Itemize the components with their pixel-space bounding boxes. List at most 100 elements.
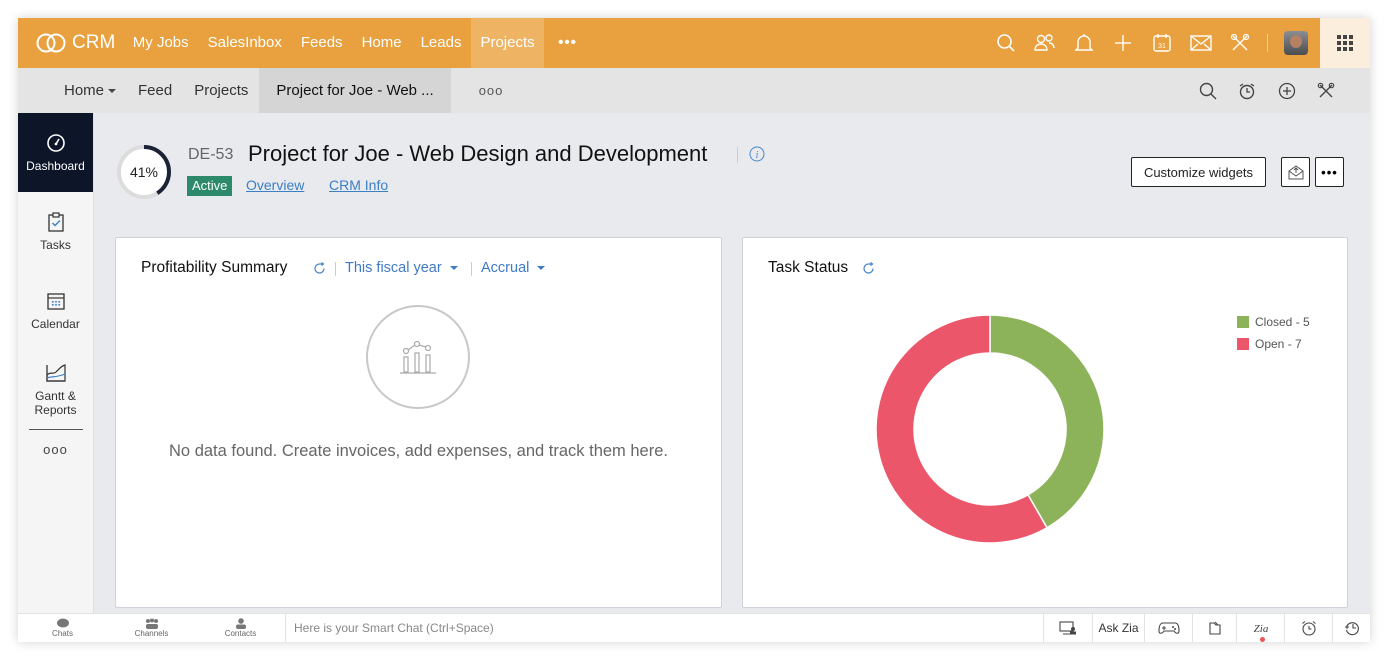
logo-text: CRM — [72, 32, 116, 53]
subnav-icons — [1188, 68, 1346, 113]
period-filter-dropdown[interactable]: This fiscal year — [345, 260, 458, 276]
project-progress: 41% — [116, 144, 172, 200]
project-sidebar: Dashboard Tasks Calendar Gantt & Reports… — [18, 113, 94, 613]
svg-text:Zia: Zia — [1253, 623, 1268, 635]
notifications-button[interactable] — [1064, 18, 1103, 68]
legend-label: Open - 7 — [1255, 337, 1302, 351]
search-button[interactable] — [986, 18, 1025, 68]
note-icon — [1208, 621, 1221, 635]
refresh-icon — [314, 262, 325, 274]
zia-button[interactable]: Zia — [1236, 614, 1284, 642]
group-icon — [145, 618, 158, 629]
period-filter-value: This fiscal year — [345, 260, 442, 276]
mail-icon — [1189, 35, 1212, 51]
add-button[interactable] — [1267, 68, 1307, 113]
project-settings-button[interactable] — [1307, 68, 1347, 113]
setup-button[interactable] — [1220, 18, 1259, 68]
basis-filter-value: Accrual — [481, 260, 530, 276]
basis-filter-dropdown[interactable]: Accrual — [481, 260, 546, 276]
crm-info-link[interactable]: CRM Info — [329, 177, 388, 193]
sub-nav-bar: Home Feed Projects Project for Joe - Web… — [18, 68, 1370, 113]
legend-item-closed[interactable]: Closed - 5 — [1237, 311, 1310, 333]
bell-icon — [1073, 34, 1094, 51]
sidebar-more-button[interactable]: ooo — [18, 430, 93, 457]
nav-my-jobs[interactable]: My Jobs — [123, 18, 198, 68]
history-button[interactable] — [1332, 614, 1370, 642]
channels-tab[interactable]: Channels — [107, 614, 196, 642]
customize-widgets-button[interactable]: Customize widgets — [1131, 157, 1266, 187]
user-avatar[interactable] — [1284, 31, 1308, 55]
smart-chat-bar: Chats Channels Contacts Here is your Sma… — [18, 613, 1370, 642]
subnav-feed[interactable]: Feed — [127, 68, 183, 113]
refresh-button[interactable] — [313, 262, 326, 280]
top-nav-bar: CRM My Jobs SalesInbox Feeds Home Leads … — [18, 18, 1370, 68]
sidebar-item-label: Tasks — [40, 237, 71, 252]
subnav-projects[interactable]: Projects — [183, 68, 259, 113]
calendar-button[interactable]: 31 — [1142, 18, 1181, 68]
sidebar-item-tasks[interactable]: Tasks — [18, 192, 93, 271]
nav-more-button[interactable]: ••• — [544, 18, 591, 68]
task-status-donut-chart — [875, 314, 1105, 544]
empty-state-message: No data found. Create invoices, add expe… — [169, 442, 668, 460]
refresh-button[interactable] — [862, 262, 875, 280]
screen-share-icon — [1059, 621, 1076, 635]
sidebar-item-gantt-reports[interactable]: Gantt & Reports — [18, 350, 93, 429]
apps-grid-button[interactable] — [1320, 18, 1370, 68]
page-title: Project for Joe - Web Design and Develop… — [248, 141, 708, 166]
contacts-tab[interactable]: Contacts — [196, 614, 285, 642]
area-chart-icon — [45, 363, 66, 382]
legend-swatch — [1237, 338, 1249, 350]
tab-label: Channels — [134, 629, 169, 638]
sidebar-item-label: Gantt & Reports — [34, 388, 77, 417]
caret-down-icon — [108, 89, 117, 94]
sidebar-item-calendar[interactable]: Calendar — [18, 271, 93, 350]
games-button[interactable] — [1144, 614, 1192, 642]
sidebar-item-dashboard[interactable]: Dashboard — [18, 113, 93, 192]
email-upload-icon — [1288, 165, 1303, 180]
overview-link[interactable]: Overview — [246, 177, 304, 193]
subnav-current-project[interactable]: Project for Joe - Web ... — [259, 68, 451, 113]
plus-icon — [1114, 35, 1131, 51]
mail-button[interactable] — [1181, 18, 1220, 68]
subnav-home[interactable]: Home — [53, 68, 127, 113]
tab-label: Chats — [52, 629, 73, 638]
gamepad-icon — [1157, 622, 1180, 634]
chat-bubble-icon — [56, 618, 69, 628]
smart-chat-input[interactable]: Here is your Smart Chat (Ctrl+Space) — [285, 614, 1045, 642]
crm-logo[interactable]: CRM — [36, 32, 115, 54]
more-actions-button[interactable]: ••• — [1315, 157, 1344, 187]
nav-home[interactable]: Home — [352, 18, 411, 68]
tab-label: Contacts — [224, 629, 257, 638]
timer-button[interactable] — [1228, 68, 1268, 113]
svg-text:31: 31 — [1158, 43, 1166, 50]
task-status-widget: Task Status Closed - 5 Open - 7 — [742, 237, 1348, 608]
project-search-button[interactable] — [1188, 68, 1228, 113]
nav-feeds[interactable]: Feeds — [291, 18, 352, 68]
calendar-icon: 31 — [1152, 34, 1171, 52]
legend-item-open[interactable]: Open - 7 — [1237, 333, 1310, 355]
donut-slice-closed[interactable] — [989, 314, 1105, 529]
divider — [335, 262, 336, 276]
create-button[interactable] — [1103, 18, 1142, 68]
nav-projects[interactable]: Projects — [470, 18, 545, 68]
screen-share-button[interactable] — [1043, 614, 1092, 642]
status-badge[interactable]: Active — [187, 176, 233, 196]
project-info-button[interactable]: i — [749, 146, 765, 167]
reminder-button[interactable] — [1284, 614, 1332, 642]
tools-icon — [1230, 33, 1249, 51]
sidebar-item-label: Calendar — [31, 316, 80, 331]
bar-chart-icon — [400, 340, 436, 374]
notes-button[interactable] — [1192, 614, 1236, 642]
share-email-button[interactable] — [1281, 157, 1310, 187]
history-icon — [1344, 622, 1359, 636]
sidebar-item-label: Dashboard — [26, 158, 85, 173]
subnav-more-button[interactable]: ooo — [451, 83, 532, 98]
ask-zia-button[interactable]: Ask Zia — [1092, 614, 1144, 642]
empty-state-illustration — [366, 305, 470, 409]
legend-label: Closed - 5 — [1255, 315, 1310, 329]
nav-salesinbox[interactable]: SalesInbox — [198, 18, 291, 68]
nav-leads[interactable]: Leads — [411, 18, 471, 68]
notification-dot — [1259, 637, 1265, 642]
contacts-button[interactable] — [1025, 18, 1064, 68]
chats-tab[interactable]: Chats — [18, 614, 107, 642]
